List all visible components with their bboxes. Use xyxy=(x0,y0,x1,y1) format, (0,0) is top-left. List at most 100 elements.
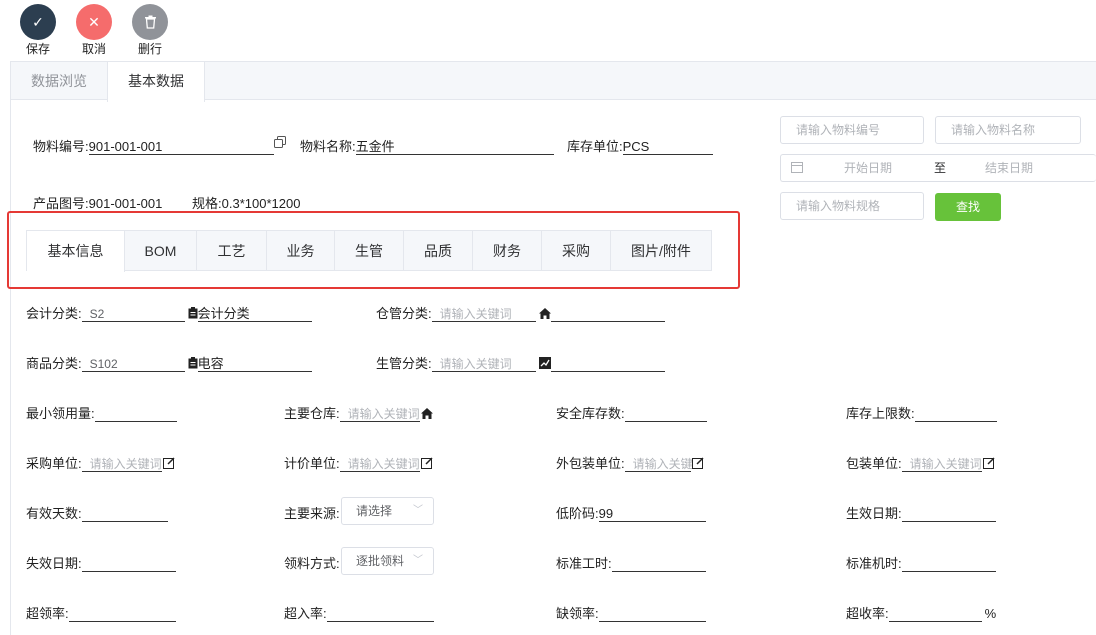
purchase-unit-field: 采购单位: 请输入关键词 xyxy=(26,453,175,473)
acct-class-code: S2 xyxy=(89,307,105,322)
main-tabbar: 数据浏览 基本数据 xyxy=(10,61,1096,102)
effective-date-input[interactable] xyxy=(901,506,996,522)
start-date-input[interactable]: 开始日期 xyxy=(844,155,892,181)
main-wh-label: 主要仓库: xyxy=(284,406,340,421)
acct-class-label: 会计分类: xyxy=(26,306,82,321)
cancel-button[interactable]: ✕ 取消 xyxy=(69,4,119,57)
spec-input[interactable]: 0.3*100*1200 xyxy=(221,196,555,212)
clipboard-icon[interactable] xyxy=(188,307,198,322)
search-name-input[interactable]: 请输入物料名称 xyxy=(935,116,1081,144)
cancel-label: 取消 xyxy=(81,42,106,56)
pack-unit-placeholder: 请输入关键词 xyxy=(909,457,982,472)
clipboard-icon[interactable] xyxy=(188,357,198,372)
tab-basic-data[interactable]: 基本数据 xyxy=(107,62,205,102)
over-issue-input[interactable] xyxy=(68,606,176,622)
effective-date-label: 生效日期: xyxy=(846,506,902,521)
main-wh-field: 主要仓库: 请输入关键词 xyxy=(284,403,433,422)
std-labor-label: 标准工时: xyxy=(556,556,612,571)
percent-suffix: % xyxy=(984,606,997,621)
over-receive-field: 超入率: xyxy=(284,603,434,622)
search-spec-input[interactable]: 请输入物料规格 xyxy=(780,192,924,220)
goods-class-code-input[interactable]: S102 xyxy=(81,356,185,373)
end-date-input[interactable]: 结束日期 xyxy=(985,155,1033,181)
check-icon: ✓ xyxy=(20,4,56,40)
chevron-down-icon: ﹀ xyxy=(413,505,423,516)
std-labor-field: 标准工时: xyxy=(556,553,706,572)
main-source-select[interactable]: 请选择 ﹀ xyxy=(341,497,434,525)
prod-class-input[interactable]: 请输入关键词 xyxy=(431,356,536,373)
edit-icon[interactable] xyxy=(162,457,175,472)
date-range-picker[interactable]: 开始日期 至 结束日期 xyxy=(780,154,1096,182)
delete-row-button[interactable]: 删行 xyxy=(125,4,175,57)
spec-field: 规格:0.3*100*1200 xyxy=(192,193,555,212)
edit-icon[interactable] xyxy=(420,457,433,472)
spec-label: 规格: xyxy=(192,196,222,211)
drawing-no-field: 产品图号:901-001-001 xyxy=(33,193,178,212)
material-name-input[interactable]: 五金件 xyxy=(355,139,554,155)
safety-stock-input[interactable] xyxy=(624,406,707,422)
short-issue-label: 缺领率: xyxy=(556,606,599,621)
std-machine-input[interactable] xyxy=(901,556,996,572)
price-unit-label: 计价单位: xyxy=(284,456,340,471)
min-qty-field: 最小领用量: xyxy=(26,403,177,422)
save-button[interactable]: ✓ 保存 xyxy=(13,4,63,57)
issue-method-select[interactable]: 逐批领料 ﹀ xyxy=(341,547,434,575)
outer-pack-placeholder: 请输入关键 xyxy=(632,457,693,472)
wh-class-name xyxy=(550,306,665,322)
over-accept-input[interactable] xyxy=(888,606,982,622)
price-unit-field: 计价单位: 请输入关键词 xyxy=(284,453,433,473)
expire-date-label: 失效日期: xyxy=(26,556,82,571)
low-code-input[interactable]: 99 xyxy=(598,506,706,522)
over-accept-field: 超收率:% xyxy=(846,603,996,622)
home-icon[interactable] xyxy=(420,407,433,422)
calendar-icon xyxy=(791,156,803,182)
acct-class-code-input[interactable]: S2 xyxy=(81,306,185,323)
wh-class-placeholder: 请输入关键词 xyxy=(439,307,512,321)
wh-class-input[interactable]: 请输入关键词 xyxy=(431,306,536,322)
outer-pack-field: 外包装单位: 请输入关键 xyxy=(556,453,704,473)
price-unit-input[interactable]: 请输入关键词 xyxy=(339,456,420,473)
acct-class-field: 会计分类: S2 会计分类 xyxy=(26,303,312,323)
short-issue-input[interactable] xyxy=(598,606,706,622)
search-code-input[interactable]: 请输入物料编号 xyxy=(780,116,924,144)
purchase-unit-label: 采购单位: xyxy=(26,456,82,471)
issue-method-label-wrap: 领料方式: xyxy=(284,553,340,572)
goods-class-code: S102 xyxy=(89,357,118,372)
stock-max-field: 库存上限数: xyxy=(846,403,997,422)
purchase-unit-input[interactable]: 请输入关键词 xyxy=(81,456,162,473)
pack-unit-input[interactable]: 请输入关键词 xyxy=(901,456,982,473)
material-code-input[interactable]: 901-001-001 xyxy=(88,139,274,155)
chart-icon[interactable] xyxy=(538,357,551,372)
expire-date-input[interactable] xyxy=(81,556,176,572)
home-icon[interactable] xyxy=(538,307,551,322)
main-source-value: 请选择 xyxy=(356,504,393,518)
outer-pack-input[interactable]: 请输入关键 xyxy=(624,456,693,473)
main-source-label: 主要来源: xyxy=(284,506,340,521)
material-name-label: 物料名称: xyxy=(300,139,356,154)
min-qty-input[interactable] xyxy=(94,406,177,422)
stock-unit-input[interactable]: PCS xyxy=(622,139,713,155)
main-wh-placeholder: 请输入关键词 xyxy=(347,407,420,421)
stock-unit-field: 库存单位:PCS xyxy=(567,136,713,155)
over-issue-field: 超领率: xyxy=(26,603,176,622)
stock-max-label: 库存上限数: xyxy=(846,406,915,421)
prod-class-placeholder: 请输入关键词 xyxy=(439,357,512,372)
tab-data-browse[interactable]: 数据浏览 xyxy=(11,62,107,101)
find-button[interactable]: 查找 xyxy=(935,193,1001,221)
wh-class-field: 仓管分类: 请输入关键词 xyxy=(376,303,665,322)
over-issue-label: 超领率: xyxy=(26,606,69,621)
drawing-no-label: 产品图号: xyxy=(33,196,89,211)
drawing-no-input[interactable]: 901-001-001 xyxy=(88,196,178,212)
issue-method-label: 领料方式: xyxy=(284,556,340,571)
edit-icon[interactable] xyxy=(691,457,704,472)
goods-class-label: 商品分类: xyxy=(26,356,82,371)
copy-icon[interactable] xyxy=(274,136,286,151)
over-receive-input[interactable] xyxy=(326,606,434,622)
edit-icon[interactable] xyxy=(982,457,995,472)
highlight-box xyxy=(7,211,740,289)
main-wh-input[interactable]: 请输入关键词 xyxy=(339,406,420,422)
valid-days-input[interactable] xyxy=(81,506,168,522)
issue-method-value: 逐批领料 xyxy=(356,554,405,568)
stock-max-input[interactable] xyxy=(914,406,997,422)
std-labor-input[interactable] xyxy=(611,556,706,572)
